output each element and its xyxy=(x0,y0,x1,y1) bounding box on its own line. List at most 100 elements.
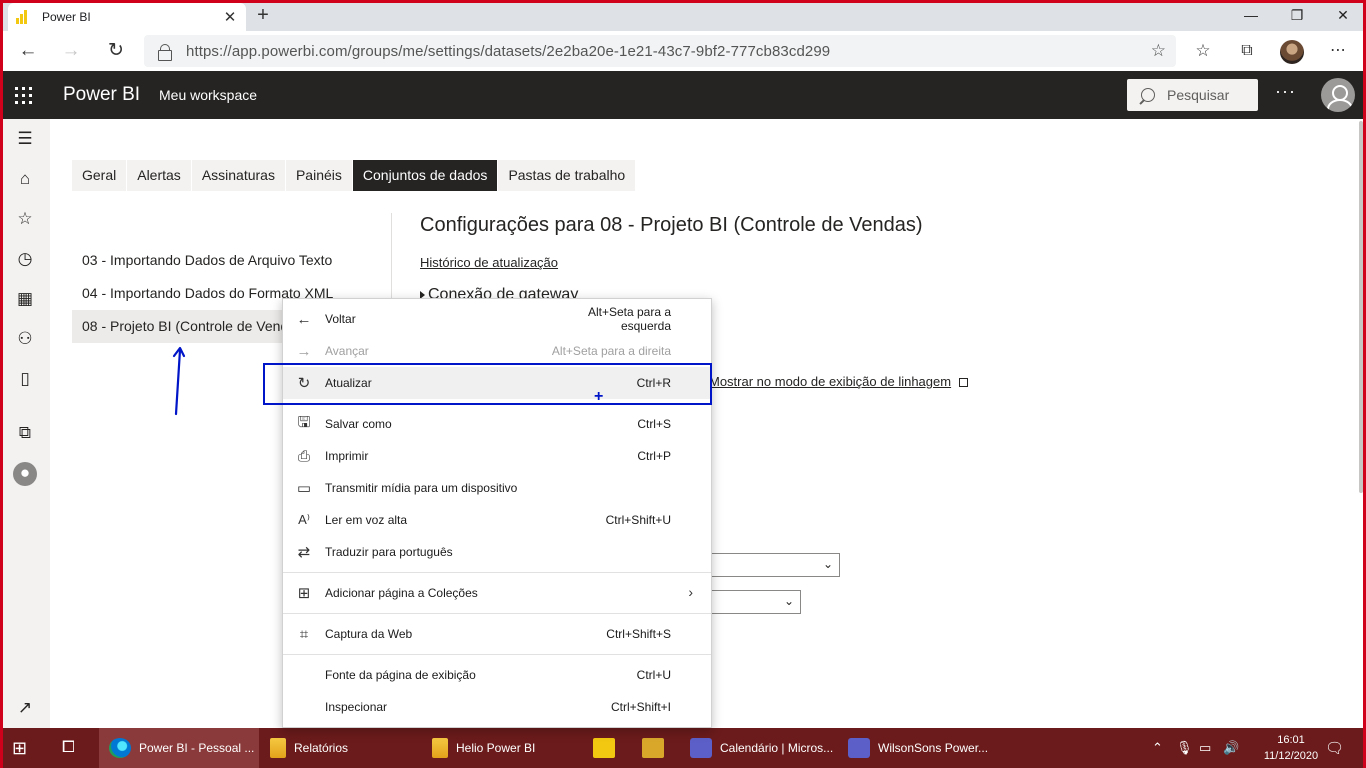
dropdown-select[interactable]: ⌄ xyxy=(700,553,840,577)
more-options-icon[interactable]: ··· xyxy=(1275,81,1296,102)
recent-icon[interactable]: ◷ xyxy=(14,248,36,270)
dropdown-select[interactable]: ⌄ xyxy=(700,590,801,614)
system-clock[interactable]: 16:01 11/12/2020 xyxy=(1258,732,1324,764)
lock-icon xyxy=(158,43,172,61)
menu-item-fonte-da-pagina[interactable]: Fonte da página de exibição Ctrl+U xyxy=(283,659,711,691)
brand-title[interactable]: Power BI xyxy=(63,84,140,106)
home-icon[interactable]: ⌂ xyxy=(14,168,36,190)
cast-icon: ▭ xyxy=(296,480,312,497)
tab-geral[interactable]: Geral xyxy=(72,160,128,191)
teams-icon xyxy=(690,738,712,758)
taskbar-item-powerbi-desktop[interactable] xyxy=(593,728,623,768)
restore-icon[interactable]: ❐ xyxy=(1274,4,1320,28)
app-launcher-icon[interactable] xyxy=(15,87,32,104)
workspace-breadcrumb[interactable]: Meu workspace xyxy=(159,87,257,103)
taskbar-item-relatorios[interactable]: Relatórios xyxy=(270,728,348,768)
page-scrollbar[interactable] xyxy=(1356,119,1366,728)
taskbar-item-label: Helio Power BI xyxy=(456,741,536,755)
tab-assinaturas[interactable]: Assinaturas xyxy=(191,160,286,191)
microphone-icon[interactable]: 🎙 xyxy=(1176,728,1193,768)
menu-item-salvar-como[interactable]: 🖫 Salvar como Ctrl+S xyxy=(283,408,711,440)
hamburger-icon[interactable]: ☰ xyxy=(14,128,36,150)
shared-icon[interactable]: ⚇ xyxy=(14,328,36,350)
minimize-icon[interactable]: — xyxy=(1228,4,1274,28)
lineage-link[interactable]: Mostrar no modo de exibição de linhagem xyxy=(709,374,969,389)
workspaces-icon[interactable]: ⧉ xyxy=(14,422,36,444)
menu-item-label: Imprimir xyxy=(325,449,369,463)
volume-icon[interactable]: 🔊 xyxy=(1223,728,1239,768)
taskbar-item-teams-wilsonsons[interactable]: WilsonSons Power... xyxy=(848,728,988,768)
taskbar-item-tool[interactable] xyxy=(642,728,672,768)
close-window-icon[interactable]: ✕ xyxy=(1320,4,1366,28)
taskbar-item-label: WilsonSons Power... xyxy=(878,741,989,755)
profile-avatar[interactable] xyxy=(1280,40,1304,64)
chevron-down-icon: ⌄ xyxy=(783,594,794,608)
favorite-star-icon[interactable]: ☆ xyxy=(1151,41,1166,61)
menu-item-colecoes[interactable]: ⊞ Adicionar página a Coleções › xyxy=(283,577,711,609)
menu-item-voltar[interactable]: ← Voltar Alt+Seta para a esquerda xyxy=(283,303,711,335)
tab-conjuntos-de-dados[interactable]: Conjuntos de dados xyxy=(352,160,499,191)
back-icon[interactable]: ← xyxy=(15,39,41,63)
annotation-highlight-box xyxy=(263,363,712,405)
menu-item-captura-da-web[interactable]: ⌗ Captura da Web Ctrl+Shift+S xyxy=(283,618,711,650)
get-data-icon[interactable]: ↗ xyxy=(14,697,36,719)
menu-item-label: Adicionar página a Coleções xyxy=(325,586,478,600)
taskbar-item-edge[interactable]: Power BI - Pessoal ... xyxy=(99,728,259,768)
settings-more-icon[interactable]: ⋯ xyxy=(1325,39,1351,63)
favorites-icon[interactable]: ☆ xyxy=(1190,39,1216,63)
network-icon[interactable]: ▭ xyxy=(1199,728,1211,768)
address-bar[interactable]: https://app.powerbi.com/groups/me/settin… xyxy=(144,35,1176,67)
menu-item-imprimir[interactable]: ⎙ Imprimir Ctrl+P xyxy=(283,440,711,472)
tab-pastas-de-trabalho[interactable]: Pastas de trabalho xyxy=(498,160,637,191)
app-tool-icon xyxy=(642,738,664,758)
browser-tab[interactable]: Power BI ✕ xyxy=(8,3,246,31)
learn-icon[interactable]: ▯ xyxy=(14,368,36,390)
tab-close-icon[interactable]: ✕ xyxy=(222,8,238,26)
menu-item-transmitir[interactable]: ▭ Transmitir mídia para um dispositivo xyxy=(283,472,711,504)
annotation-arrow-icon xyxy=(172,346,186,416)
tab-alertas[interactable]: Alertas xyxy=(127,160,192,191)
menu-separator xyxy=(283,654,711,655)
menu-item-label: Traduzir para português xyxy=(325,545,453,559)
apps-icon[interactable]: ▦ xyxy=(14,288,36,310)
refresh-history-link[interactable]: Histórico de atualização xyxy=(420,255,558,270)
collections-icon[interactable]: ⧉ xyxy=(1234,39,1260,63)
menu-item-traduzir[interactable]: ⇄ Traduzir para português xyxy=(283,536,711,568)
external-link-icon xyxy=(959,378,969,388)
scrollbar-thumb[interactable] xyxy=(1359,121,1363,493)
new-tab-icon[interactable]: + xyxy=(252,4,274,27)
taskbar-item-teams-calendar[interactable]: Calendário | Micros... xyxy=(690,728,833,768)
taskbar-item-helio[interactable]: Helio Power BI xyxy=(432,728,535,768)
folder-icon xyxy=(432,738,448,758)
menu-item-shortcut: Ctrl+Shift+U xyxy=(605,513,671,527)
windows-start-icon[interactable]: ⊞ xyxy=(12,728,27,768)
save-icon: 🖫 xyxy=(297,413,311,431)
folder-icon xyxy=(270,738,286,758)
tab-paineis[interactable]: Painéis xyxy=(285,160,353,191)
menu-item-shortcut: Alt+Seta para a esquerda xyxy=(587,305,671,333)
translate-icon: ⇄ xyxy=(297,544,311,561)
account-avatar[interactable] xyxy=(1321,78,1355,112)
tab-title: Power BI xyxy=(42,10,91,24)
tray-chevron-icon[interactable]: ⌃ xyxy=(1152,728,1163,768)
windows-taskbar: ⊞ ⧠ Power BI - Pessoal ... Relatórios He… xyxy=(0,728,1366,768)
collections-add-icon: ⊞ xyxy=(297,585,311,602)
forward-icon[interactable]: → xyxy=(58,39,84,63)
task-view-icon[interactable]: ⧠ xyxy=(62,728,75,768)
menu-item-label: Captura da Web xyxy=(325,627,413,641)
read-aloud-icon: A⁾ xyxy=(298,512,310,527)
dataset-item[interactable]: 03 - Importando Dados de Arquivo Texto xyxy=(72,244,390,277)
menu-item-inspecionar[interactable]: Inspecionar Ctrl+Shift+I xyxy=(283,691,711,723)
search-input[interactable]: Pesquisar xyxy=(1127,79,1258,111)
my-workspace-icon[interactable]: ● xyxy=(13,462,37,486)
notifications-icon[interactable]: 🗨 xyxy=(1325,728,1344,768)
settings-tabs: Geral Alertas Assinaturas Painéis Conjun… xyxy=(72,160,637,191)
menu-item-ler-em-voz-alta[interactable]: A⁾ Ler em voz alta Ctrl+Shift+U xyxy=(283,504,711,536)
edge-icon xyxy=(109,738,131,758)
refresh-icon[interactable]: ↻ xyxy=(103,39,129,63)
clock-time: 16:01 xyxy=(1277,734,1305,746)
taskbar-item-label: Relatórios xyxy=(294,741,349,755)
menu-item-label: Fonte da página de exibição xyxy=(325,668,476,682)
menu-item-shortcut: Ctrl+Shift+I xyxy=(610,700,671,714)
favorites-nav-icon[interactable]: ☆ xyxy=(14,208,36,230)
